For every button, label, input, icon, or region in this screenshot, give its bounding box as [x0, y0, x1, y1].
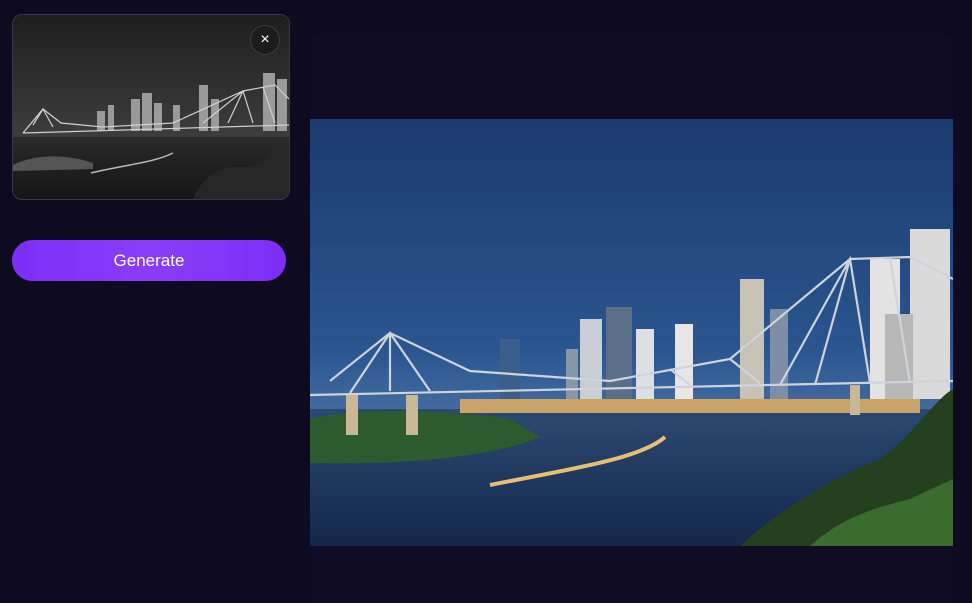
- result-panel: [310, 34, 953, 603]
- generate-button[interactable]: Generate: [12, 240, 286, 281]
- uploaded-image-card: ×: [12, 14, 290, 200]
- result-image: [310, 119, 953, 546]
- colorized-image: [310, 119, 953, 546]
- uploaded-image-thumbnail: [13, 15, 289, 199]
- app-page: × Generate: [0, 0, 972, 603]
- close-button[interactable]: ×: [250, 25, 280, 55]
- close-icon: ×: [260, 31, 270, 48]
